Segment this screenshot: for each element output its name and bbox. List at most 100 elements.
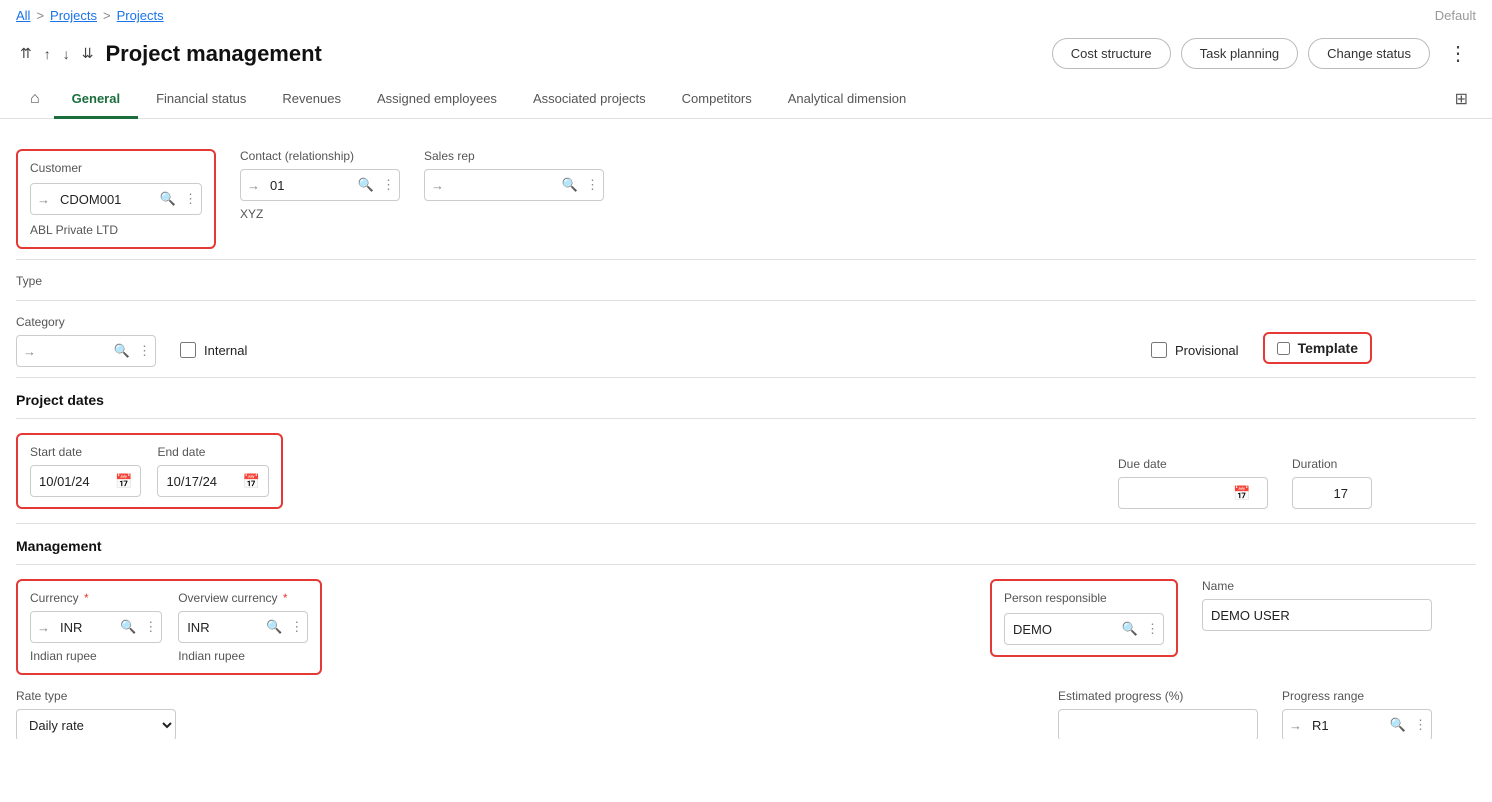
duration-section: Duration [1292, 457, 1372, 509]
due-date-label: Due date [1118, 457, 1268, 471]
start-date-calendar-icon[interactable]: 📅 [115, 473, 132, 490]
more-actions-button[interactable]: ⋮ [1440, 37, 1476, 70]
breadcrumb-projects2[interactable]: Projects [117, 8, 164, 23]
person-responsible-label: Person responsible [1004, 591, 1164, 605]
tab-general[interactable]: General [54, 81, 138, 119]
estimated-progress-label: Estimated progress (%) [1058, 689, 1258, 703]
breadcrumb-sep2: > [103, 8, 111, 23]
category-input-combo: → 🔍 ⋮ [16, 335, 156, 367]
columns-icon[interactable]: ⊞ [1447, 81, 1476, 117]
end-date-calendar-icon[interactable]: 📅 [242, 473, 259, 490]
duration-input[interactable] [1292, 477, 1372, 509]
overview-currency-input[interactable] [179, 620, 262, 635]
end-date-input-group: 📅 [157, 465, 268, 497]
person-responsible-input[interactable] [1005, 622, 1118, 637]
customer-more-icon[interactable]: ⋮ [180, 191, 201, 207]
customer-arrow-btn[interactable]: → [31, 192, 56, 207]
change-status-button[interactable]: Change status [1308, 38, 1430, 69]
currency-more-icon[interactable]: ⋮ [140, 619, 161, 635]
category-arrow-btn[interactable]: → [17, 344, 42, 359]
nav-top-button[interactable]: ⇈ [16, 43, 36, 64]
contact-input-combo: → 🔍 ⋮ [240, 169, 400, 201]
progress-range-input[interactable] [1308, 718, 1386, 733]
tab-analytical-dimension[interactable]: Analytical dimension [770, 81, 925, 119]
category-more-icon[interactable]: ⋮ [134, 343, 155, 359]
sales-rep-arrow-btn[interactable]: → [425, 178, 450, 193]
category-section: Category → 🔍 ⋮ [16, 315, 156, 367]
template-section: Template [1263, 332, 1372, 364]
customer-input[interactable] [56, 192, 156, 207]
contact-arrow-btn[interactable]: → [241, 178, 266, 193]
rate-type-section: Rate type Daily rate [16, 689, 176, 739]
sales-rep-more-icon[interactable]: ⋮ [582, 177, 603, 193]
tab-revenues[interactable]: Revenues [264, 81, 359, 119]
estimated-progress-section: Estimated progress (%) [1058, 689, 1258, 739]
contact-input[interactable] [266, 178, 354, 193]
customer-name: ABL Private LTD [30, 223, 202, 237]
nav-down-button[interactable]: ↓ [59, 44, 74, 64]
currency-section: Currency * → 🔍 ⋮ Indian rupee Overview c… [16, 579, 322, 675]
cost-structure-button[interactable]: Cost structure [1052, 38, 1171, 69]
progress-range-search-icon[interactable]: 🔍 [1386, 717, 1410, 733]
currency-arrow-btn[interactable]: → [31, 620, 56, 635]
contact-search-icon[interactable]: 🔍 [354, 177, 378, 193]
start-date-input-group: 📅 [30, 465, 141, 497]
tabs-bar: ⌂ General Financial status Revenues Assi… [0, 80, 1492, 119]
progress-range-more-icon[interactable]: ⋮ [1410, 717, 1431, 733]
due-date-calendar-icon[interactable]: 📅 [1233, 485, 1250, 502]
sales-rep-input[interactable] [450, 178, 558, 193]
customer-search-icon[interactable]: 🔍 [156, 191, 180, 207]
person-responsible-more-icon[interactable]: ⋮ [1142, 621, 1163, 637]
category-input[interactable] [42, 344, 110, 359]
contact-name: XYZ [240, 207, 400, 221]
category-search-icon[interactable]: 🔍 [110, 343, 134, 359]
task-planning-button[interactable]: Task planning [1181, 38, 1299, 69]
currency-search-icon[interactable]: 🔍 [116, 619, 140, 635]
person-responsible-search-icon[interactable]: 🔍 [1118, 621, 1142, 637]
provisional-checkbox[interactable] [1151, 342, 1167, 358]
end-date-input[interactable] [166, 474, 236, 489]
overview-currency-more-icon[interactable]: ⋮ [286, 619, 307, 635]
start-date-input[interactable] [39, 474, 109, 489]
currency-label: Currency * [30, 591, 162, 605]
overview-currency-name: Indian rupee [178, 649, 308, 663]
customer-section: Customer → 🔍 ⋮ ABL Private LTD [16, 149, 216, 249]
provisional-checkbox-label[interactable]: Provisional [1151, 342, 1239, 358]
tab-associated-projects[interactable]: Associated projects [515, 81, 664, 119]
customer-input-combo: → 🔍 ⋮ [30, 183, 202, 215]
currency-name: Indian rupee [30, 649, 162, 663]
tab-home[interactable]: ⌂ [16, 80, 54, 118]
breadcrumb-projects1[interactable]: Projects [50, 8, 97, 23]
rate-type-label: Rate type [16, 689, 176, 703]
tab-financial-status[interactable]: Financial status [138, 81, 264, 119]
progress-range-arrow-btn[interactable]: → [1283, 718, 1308, 733]
duration-label: Duration [1292, 457, 1372, 471]
internal-checkbox[interactable] [180, 342, 196, 358]
sales-rep-label: Sales rep [424, 149, 604, 163]
person-responsible-input-combo: 🔍 ⋮ [1004, 613, 1164, 645]
project-dates-title: Project dates [16, 392, 1476, 408]
currency-input[interactable] [56, 620, 116, 635]
template-label: Template [1298, 340, 1358, 356]
overview-currency-input-combo: 🔍 ⋮ [178, 611, 308, 643]
tab-assigned-employees[interactable]: Assigned employees [359, 81, 515, 119]
project-dates-section: Start date 📅 End date 📅 [16, 433, 283, 509]
type-section: Type [16, 274, 42, 290]
nav-bottom-button[interactable]: ⇊ [78, 43, 98, 64]
due-date-input-group: 📅 [1118, 477, 1268, 509]
tab-competitors[interactable]: Competitors [664, 81, 770, 119]
contact-more-icon[interactable]: ⋮ [378, 177, 399, 193]
nav-up-button[interactable]: ↑ [40, 44, 55, 64]
form-area: Customer → 🔍 ⋮ ABL Private LTD Contact (… [0, 119, 1492, 739]
management-title: Management [16, 538, 1476, 554]
overview-currency-search-icon[interactable]: 🔍 [262, 619, 286, 635]
due-date-input[interactable] [1127, 486, 1227, 501]
rate-type-select[interactable]: Daily rate [16, 709, 176, 739]
estimated-progress-input[interactable] [1058, 709, 1258, 739]
sales-rep-search-icon[interactable]: 🔍 [558, 177, 582, 193]
name-input[interactable] [1202, 599, 1432, 631]
template-checkbox[interactable] [1277, 342, 1290, 355]
internal-checkbox-label[interactable]: Internal [180, 342, 247, 358]
sales-rep-input-combo: → 🔍 ⋮ [424, 169, 604, 201]
breadcrumb-all[interactable]: All [16, 8, 30, 23]
